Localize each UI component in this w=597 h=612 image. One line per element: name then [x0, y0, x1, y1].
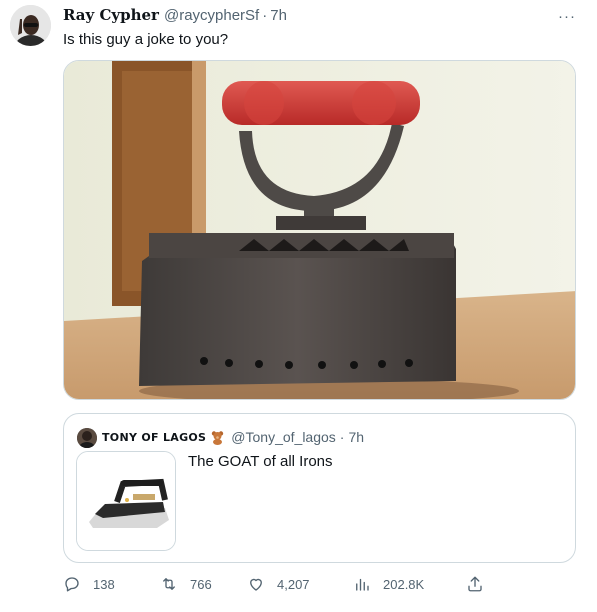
like-button[interactable]: 4,207	[247, 572, 310, 596]
views-chart-icon	[356, 578, 369, 591]
tweet: Ray Cypher @raycypherSf · 7h ··· Is this…	[0, 0, 597, 612]
quoted-tweet[interactable]: TONY OF LAGOS @Tony_of_lagos · 7h The GO…	[63, 413, 576, 563]
reply-icon	[65, 577, 79, 592]
reply-count: 138	[93, 576, 115, 592]
like-count: 4,207	[277, 576, 310, 592]
heart-icon	[250, 578, 262, 591]
views-count: 202.8K	[383, 576, 425, 592]
quoted-photo[interactable]	[76, 451, 176, 551]
author-handle[interactable]: @raycypherSf	[164, 7, 259, 24]
separator-dot: ·	[262, 7, 268, 24]
author-name[interactable]: Ray Cypher	[63, 6, 159, 24]
tweet-photo[interactable]	[63, 60, 576, 400]
quoted-author-avatar[interactable]	[77, 428, 97, 448]
quoted-tweet-text: The GOAT of all Irons	[188, 453, 333, 470]
teddy-bear-icon	[210, 430, 225, 445]
retweet-count: 766	[190, 576, 212, 592]
retweet-icon	[163, 578, 175, 590]
author-avatar[interactable]	[10, 5, 51, 46]
tweet-header: Ray Cypher @raycypherSf · 7h	[63, 6, 287, 26]
quoted-author-handle[interactable]: @Tony_of_lagos	[231, 429, 336, 445]
quoted-timestamp[interactable]: 7h	[348, 429, 364, 445]
quoted-author-name[interactable]: TONY OF LAGOS	[102, 431, 206, 444]
more-dots-icon[interactable]: ···	[555, 8, 579, 25]
reply-button[interactable]: 138	[63, 572, 115, 596]
quoted-tweet-header: TONY OF LAGOS @Tony_of_lagos · 7h	[102, 429, 364, 445]
retweet-button[interactable]: 766	[160, 572, 212, 596]
tweet-text: Is this guy a joke to you?	[63, 31, 229, 48]
tweet-actions: 138 766 4,207 202.8K	[63, 572, 493, 596]
views-button[interactable]: 202.8K	[353, 572, 424, 596]
timestamp[interactable]: 7h	[270, 7, 287, 24]
share-icon[interactable]	[466, 575, 484, 593]
separator-dot: ·	[339, 429, 345, 445]
